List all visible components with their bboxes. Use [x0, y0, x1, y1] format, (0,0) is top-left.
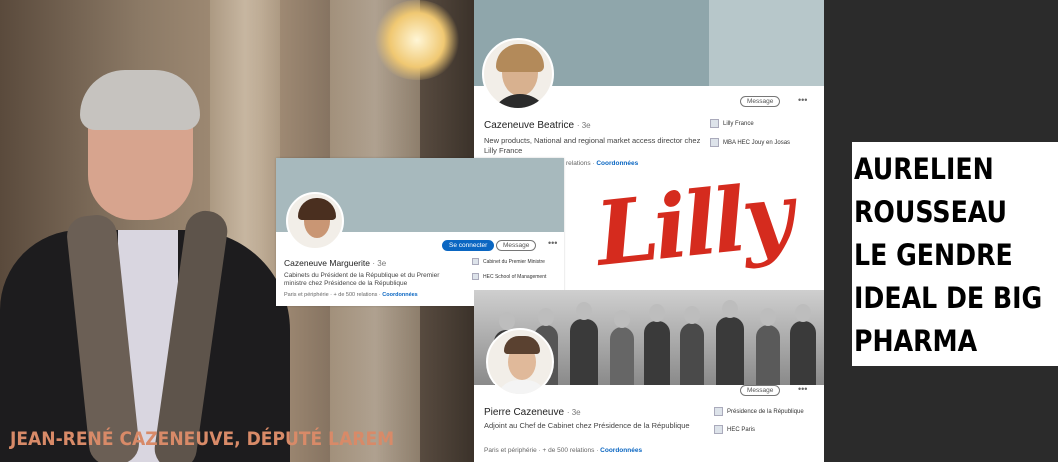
photo-caption: JEAN-RENÉ CAZENEUVE, DÉPUTÉ LAREM	[10, 428, 395, 450]
affiliation-company: Présidence de la République	[714, 407, 804, 416]
chandelier-light	[372, 0, 462, 80]
affiliation-school: HEC School of Management	[472, 273, 546, 280]
affiliation-school: HEC Paris	[714, 425, 755, 434]
profile-card-marguerite: Se connecter Message ••• Cazeneuve Margu…	[276, 158, 564, 306]
profile-title: Adjoint au Chef de Cabinet chez Présiden…	[484, 421, 690, 430]
headline-line: AURELIEN	[854, 152, 994, 186]
lilly-logo-text: Lilly	[590, 168, 804, 278]
profile-meta: Paris et périphérie · + de 500 relations…	[484, 447, 643, 454]
profile-meta: relations · Coordonnées	[566, 160, 639, 167]
connect-button[interactable]: Se connecter	[442, 240, 495, 251]
more-options-icon[interactable]: •••	[548, 238, 557, 248]
more-options-icon[interactable]: •••	[798, 95, 807, 105]
affiliation-school: MBA HEC Jouy en Josas	[710, 138, 790, 147]
lilly-logo: Lilly	[590, 168, 804, 278]
headline-line: ROUSSEAU	[854, 195, 1008, 229]
school-logo-icon	[714, 425, 723, 434]
company-logo-icon	[710, 119, 719, 128]
headline-line: IDEAL DE BIG	[854, 281, 1043, 315]
message-button[interactable]: Message	[496, 240, 537, 251]
profile-card-pierre: Message ••• Pierre Cazeneuve · 3e Adjoin…	[474, 384, 824, 462]
company-logo-icon	[472, 258, 479, 265]
profile-name: Cazeneuve Marguerite · 3e	[284, 258, 387, 268]
profile-avatar	[482, 38, 554, 110]
contact-info-link[interactable]: Coordonnées	[596, 160, 638, 167]
contact-info-link[interactable]: Coordonnées	[382, 292, 417, 298]
company-logo-icon	[714, 407, 723, 416]
profile-name: Pierre Cazeneuve · 3e	[484, 407, 581, 418]
profile-name: Cazeneuve Beatrice · 3e	[484, 120, 591, 131]
affiliation-company: Lilly France	[710, 119, 754, 128]
message-button[interactable]: Message	[740, 385, 781, 396]
headline-line: LE GENDRE	[854, 238, 1013, 272]
more-options-icon[interactable]: •••	[798, 384, 807, 394]
school-logo-icon	[710, 138, 719, 147]
headline-box: AURELIEN ROUSSEAU LE GENDRE IDEAL DE BIG…	[852, 142, 1058, 366]
school-logo-icon	[472, 273, 479, 280]
profile-avatar-pierre	[486, 328, 554, 396]
profile-meta: Paris et périphérie · + de 500 relations…	[284, 292, 418, 298]
profile-title: New products, National and regional mark…	[484, 136, 701, 155]
contact-info-link[interactable]: Coordonnées	[600, 447, 642, 454]
headline-line: PHARMA	[854, 324, 978, 358]
profile-title: Cabinets du Président de la République e…	[284, 272, 440, 287]
affiliation-company: Cabinet du Premier Ministre	[472, 258, 545, 265]
person-silhouette	[0, 60, 290, 462]
profile-avatar	[286, 192, 344, 250]
profile-card-beatrice: Message ••• Cazeneuve Beatrice · 3e New …	[474, 0, 824, 170]
message-button[interactable]: Message	[740, 96, 781, 107]
